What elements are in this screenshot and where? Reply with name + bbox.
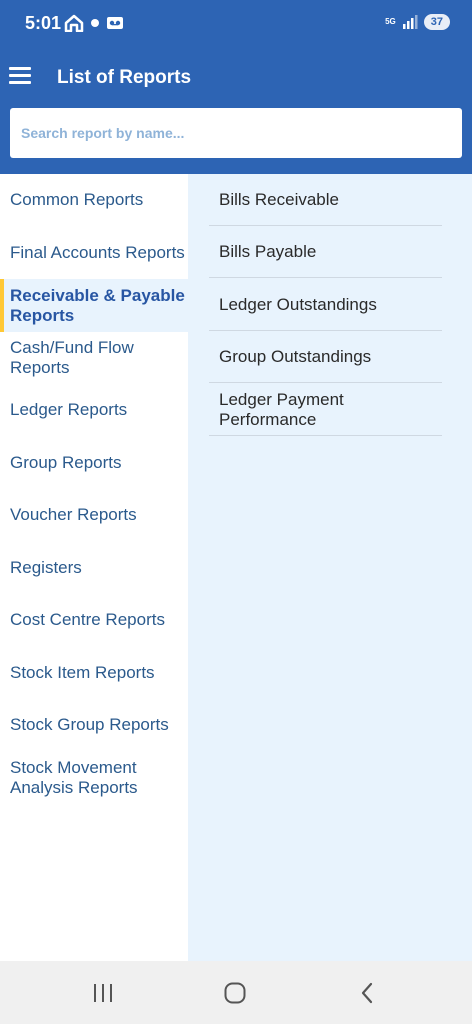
home-button[interactable] bbox=[220, 979, 250, 1007]
sidebar-item-label: Stock Group Reports bbox=[10, 715, 169, 734]
sidebar-item-final-accounts-reports[interactable]: Final Accounts Reports bbox=[0, 226, 188, 279]
report-item-group-outstandings[interactable]: Group Outstandings bbox=[209, 331, 442, 383]
sidebar-item-label: Registers bbox=[10, 557, 82, 577]
app-header: List of Reports bbox=[0, 45, 472, 174]
report-category-sidebar: Common Reports Final Accounts Reports Re… bbox=[0, 174, 188, 961]
sidebar-item-label: Voucher Reports bbox=[10, 505, 137, 524]
sidebar-item-label: Stock Movement Analysis Reports bbox=[10, 757, 138, 797]
sidebar-item-label: Common Reports bbox=[10, 190, 144, 209]
sidebar-item-common-reports[interactable]: Common Reports bbox=[0, 174, 188, 226]
sidebar-item-stock-item-reports[interactable]: Stock Item Reports bbox=[0, 646, 188, 699]
sidebar-item-group-reports[interactable]: Group Reports bbox=[0, 436, 188, 489]
status-time: 5:01 bbox=[25, 13, 62, 33]
report-item-label: Ledger Payment Performance bbox=[219, 389, 344, 429]
sidebar-item-label: Cash/Fund Flow Reports bbox=[10, 338, 134, 377]
sidebar-item-receivable-payable-reports[interactable]: Receivable & Payable Reports bbox=[0, 279, 188, 332]
sidebar-item-label: Final Accounts Reports bbox=[10, 242, 185, 262]
report-item-label: Bills Payable bbox=[219, 241, 317, 261]
report-item-label: Ledger Outstandings bbox=[219, 294, 377, 314]
sidebar-item-label: Group Reports bbox=[10, 452, 122, 472]
page-title: List of Reports bbox=[57, 67, 192, 88]
recent-apps-button[interactable] bbox=[88, 979, 118, 1007]
voicemail-icon bbox=[107, 17, 123, 29]
sidebar-item-label: Stock Item Reports bbox=[10, 662, 155, 682]
search-box bbox=[10, 108, 462, 158]
sidebar-item-stock-group-reports[interactable]: Stock Group Reports bbox=[0, 699, 188, 751]
search-input[interactable] bbox=[10, 108, 462, 158]
status-bar: 5:01 5G 37 bbox=[0, 0, 472, 45]
back-chevron-icon bbox=[361, 982, 373, 1004]
recent-apps-icon bbox=[94, 984, 112, 1002]
sidebar-item-voucher-reports[interactable]: Voucher Reports bbox=[0, 489, 188, 541]
sidebar-item-label: Receivable & Payable Reports bbox=[10, 285, 185, 325]
network-type-badge: 5G bbox=[385, 17, 396, 26]
report-item-label: Group Outstandings bbox=[219, 346, 372, 366]
notification-dot-icon bbox=[91, 19, 99, 27]
report-item-bills-payable[interactable]: Bills Payable bbox=[209, 226, 442, 278]
sidebar-item-cost-centre-reports[interactable]: Cost Centre Reports bbox=[0, 594, 188, 646]
menu-icon[interactable] bbox=[9, 67, 31, 85]
report-item-ledger-outstandings[interactable]: Ledger Outstandings bbox=[209, 279, 442, 331]
report-item-label: Bills Receivable bbox=[219, 189, 339, 209]
sidebar-item-label: Cost Centre Reports bbox=[10, 610, 165, 629]
back-button[interactable] bbox=[352, 979, 382, 1007]
sidebar-item-stock-movement-analysis-reports[interactable]: Stock Movement Analysis Reports bbox=[0, 751, 188, 804]
signal-icon bbox=[402, 15, 418, 29]
sidebar-item-registers[interactable]: Registers bbox=[0, 541, 188, 594]
sidebar-item-cash-fund-flow-reports[interactable]: Cash/Fund Flow Reports bbox=[0, 332, 188, 384]
notification-icons bbox=[64, 14, 124, 32]
system-icons: 5G 37 bbox=[385, 14, 450, 30]
home-icon bbox=[64, 14, 84, 32]
battery-indicator: 37 bbox=[423, 14, 450, 30]
report-item-bills-receivable[interactable]: Bills Receivable bbox=[209, 174, 442, 226]
report-item-ledger-payment-performance[interactable]: Ledger Payment Performance bbox=[209, 384, 442, 436]
system-nav-bar bbox=[0, 961, 472, 1024]
home-circle-icon bbox=[224, 982, 246, 1004]
sidebar-item-ledger-reports[interactable]: Ledger Reports bbox=[0, 384, 188, 436]
sidebar-item-label: Ledger Reports bbox=[10, 400, 128, 419]
